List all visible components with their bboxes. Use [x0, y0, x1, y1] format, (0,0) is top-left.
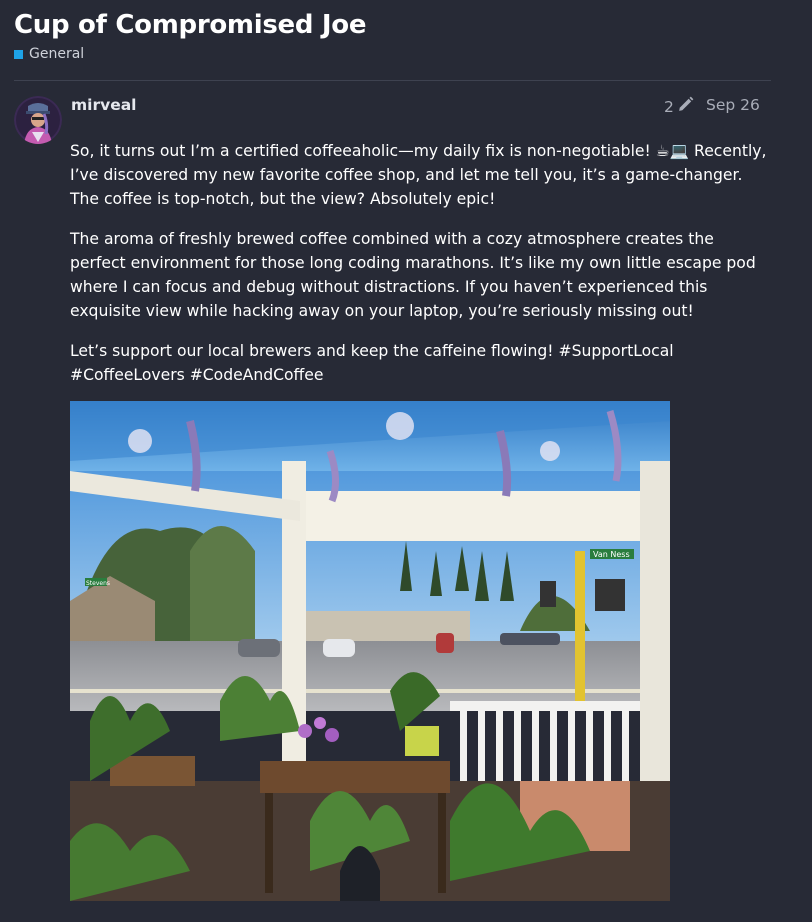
topic-divider [14, 80, 771, 81]
post-body: So, it turns out I’m a certified coffeea… [70, 139, 770, 403]
edit-history-button[interactable]: 2 [664, 96, 694, 117]
post-paragraph: The aroma of freshly brewed coffee combi… [70, 230, 756, 320]
post-date[interactable]: Sep 26 [706, 96, 760, 114]
post-username[interactable]: mirveal [71, 96, 137, 114]
topic-title[interactable]: Cup of Compromised Joe [14, 10, 366, 40]
edit-count: 2 [664, 97, 674, 116]
pencil-icon [677, 96, 694, 117]
small-street-sign: Stevens [86, 580, 110, 587]
category-color-swatch [14, 49, 23, 59]
user-avatar[interactable] [14, 96, 62, 144]
post-paragraph: So, it turns out I’m a certified coffeea… [70, 142, 767, 208]
category-badge[interactable]: General [14, 46, 84, 62]
post-image[interactable]: Stevens Van Ness [70, 401, 670, 901]
category-label: General [29, 46, 85, 62]
post-paragraph: Let’s support our local brewers and keep… [70, 342, 674, 384]
street-sign: Van Ness [593, 550, 630, 559]
